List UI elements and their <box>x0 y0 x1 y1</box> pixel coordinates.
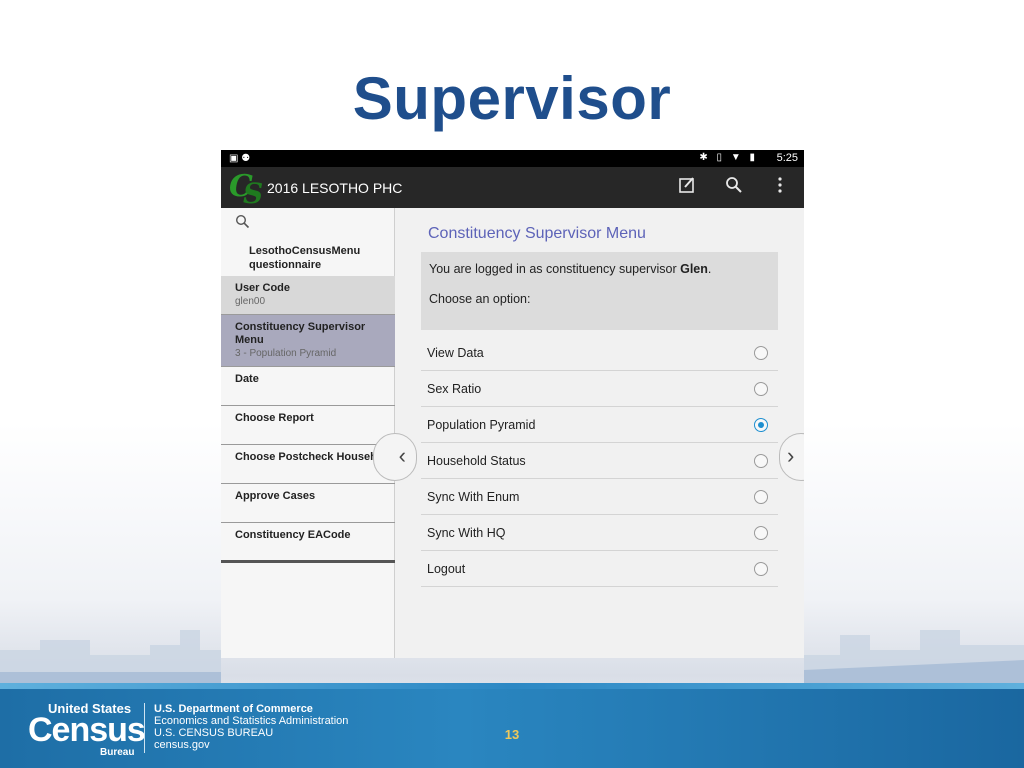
info-box: You are logged in as constituency superv… <box>421 252 778 330</box>
sidebar-item-label: Choose Postcheck Household <box>235 451 394 463</box>
sidebar-header: LesothoCensusMenu questionnaire <box>249 245 361 271</box>
radio-button[interactable] <box>754 346 768 360</box>
logo-census: Census <box>28 711 146 749</box>
sidebar-item-label: Approve Cases <box>235 490 316 502</box>
sidebar-item-choose-report[interactable]: Choose Report <box>221 406 395 445</box>
sidebar-item-label: Choose Report <box>235 412 314 424</box>
sidebar-item-choose-postcheck-household[interactable]: Choose Postcheck Household <box>221 445 395 484</box>
radio-button[interactable] <box>754 562 768 576</box>
page-number: 13 <box>504 727 520 742</box>
footer-dept: U.S. Department of Commerce <box>154 703 313 715</box>
sidebar-item-value: glen00 <box>235 296 266 307</box>
footer-agency-text: U.S. Department of Commerce Economics an… <box>154 703 348 751</box>
login-suffix: . <box>707 262 712 276</box>
sidebar-item-constituency-supervisor-menu[interactable]: Constituency Supervisor Menu 3 - Populat… <box>221 315 395 367</box>
option-label: Household Status <box>427 454 526 468</box>
footer-bureau: U.S. CENSUS BUREAU <box>154 727 274 739</box>
sidebar-divider <box>221 560 395 563</box>
action-bar: CS 2016 LESOTHO PHC <box>221 167 804 210</box>
footer-divider <box>144 703 145 753</box>
radio-button[interactable] <box>754 382 768 396</box>
app-title: 2016 LESOTHO PHC <box>267 180 403 196</box>
edit-icon[interactable] <box>676 176 698 198</box>
logo-bureau: Bureau <box>100 747 135 758</box>
sidebar-item-value: 3 - Population Pyramid <box>235 348 337 359</box>
sidebar-item-label: Constituency Supervisor Menu <box>235 321 366 346</box>
sidebar-search-icon[interactable] <box>235 214 250 233</box>
search-icon[interactable] <box>723 176 745 198</box>
option-label: Sync With Enum <box>427 490 520 504</box>
footer-site: census.gov <box>154 739 210 751</box>
option-label: Logout <box>427 562 466 576</box>
status-bar: ▣ ⚉ ✱ ▯ ▼ ▮ 5:25 <box>221 150 804 167</box>
radio-button[interactable] <box>754 490 768 504</box>
bluetooth-icon: ✱ ▯ ▼ ▮ <box>699 152 758 163</box>
option-population-pyramid[interactable]: Population Pyramid <box>421 407 778 443</box>
option-label: Population Pyramid <box>427 418 536 432</box>
option-sync-with-hq[interactable]: Sync With HQ <box>421 515 778 551</box>
option-label: Sex Ratio <box>427 382 482 396</box>
sidebar-item-label: User Code <box>235 282 291 294</box>
login-message: You are logged in as constituency superv… <box>429 262 778 276</box>
option-sync-with-enum[interactable]: Sync With Enum <box>421 479 778 515</box>
census-bureau-logo: United States Census Bureau <box>28 701 146 758</box>
sidebar-item-user-code[interactable]: User Code glen00 <box>221 276 395 315</box>
question-content: Constituency Supervisor Menu You are log… <box>396 208 804 658</box>
questionnaire-sidebar: LesothoCensusMenu questionnaire User Cod… <box>221 208 395 658</box>
overflow-menu-icon[interactable] <box>769 176 791 198</box>
image-icon: ▣ ⚉ <box>229 153 251 164</box>
option-view-data[interactable]: View Data <box>421 335 778 371</box>
option-sex-ratio[interactable]: Sex Ratio <box>421 371 778 407</box>
login-name: Glen <box>680 262 708 276</box>
chevron-right-icon: › <box>787 443 795 468</box>
sidebar-item-date[interactable]: Date <box>221 367 395 406</box>
choose-prompt: Choose an option: <box>429 292 531 306</box>
sidebar-item-label: Date <box>235 373 259 385</box>
tablet-screenshot: ▣ ⚉ ✱ ▯ ▼ ▮ 5:25 CS 2016 LESOTHO PHC Les… <box>221 150 804 658</box>
radio-button[interactable] <box>754 454 768 468</box>
option-label: View Data <box>427 346 484 360</box>
option-logout[interactable]: Logout <box>421 551 778 587</box>
footer-esa: Economics and Statistics Administration <box>154 715 349 727</box>
footer: United States Census Bureau U.S. Departm… <box>0 683 1024 768</box>
menu-title: Constituency Supervisor Menu <box>428 225 646 242</box>
radio-button[interactable] <box>754 526 768 540</box>
previous-arrow-button[interactable]: ‹ <box>373 433 417 481</box>
option-household-status[interactable]: Household Status <box>421 443 778 479</box>
radio-button-selected[interactable] <box>754 418 768 432</box>
app-logo: CS <box>229 169 264 210</box>
sidebar-item-constituency-eacode[interactable]: Constituency EACode <box>221 523 395 560</box>
login-prefix: You are logged in as constituency superv… <box>429 262 681 276</box>
status-time: 5:25 <box>776 152 798 164</box>
sidebar-item-label: Constituency EACode <box>235 529 351 541</box>
chevron-left-icon: ‹ <box>398 443 406 468</box>
sidebar-item-approve-cases[interactable]: Approve Cases <box>221 484 395 523</box>
slide-title: Supervisor <box>352 65 672 132</box>
option-label: Sync With HQ <box>427 526 506 540</box>
